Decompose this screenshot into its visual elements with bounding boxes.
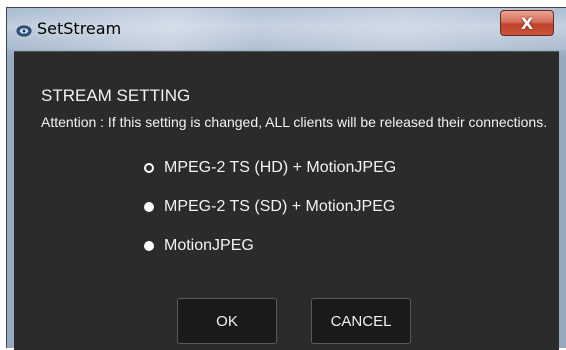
option-motionjpeg[interactable]: MotionJPEG — [144, 237, 254, 255]
option-label: MPEG-2 TS (SD) + MotionJPEG — [164, 198, 396, 215]
option-mpeg2-sd[interactable]: MPEG-2 TS (SD) + MotionJPEG — [144, 198, 395, 216]
ok-button[interactable]: OK — [177, 298, 277, 344]
dialog-panel: STREAM SETTING Attention : If this setti… — [14, 51, 559, 350]
stream-setting-heading: STREAM SETTING — [41, 86, 191, 105]
radio-selected-icon[interactable] — [144, 163, 154, 173]
radio-unselected-icon[interactable] — [144, 241, 154, 251]
radio-unselected-icon[interactable] — [144, 202, 154, 212]
attention-text: Attention : If this setting is changed, … — [41, 114, 548, 130]
window-title: SetStream — [37, 19, 122, 38]
close-button[interactable]: X — [500, 10, 554, 36]
option-mpeg2-hd[interactable]: MPEG-2 TS (HD) + MotionJPEG — [144, 159, 396, 177]
close-icon: X — [520, 13, 534, 33]
app-icon — [16, 22, 32, 37]
setstream-window: SetStream X STREAM SETTING Attention : I… — [6, 7, 566, 350]
option-label: MPEG-2 TS (HD) + MotionJPEG — [164, 159, 397, 176]
cancel-button[interactable]: CANCEL — [311, 298, 411, 344]
option-label: MotionJPEG — [164, 237, 254, 254]
title-bar[interactable]: SetStream X — [7, 8, 566, 50]
